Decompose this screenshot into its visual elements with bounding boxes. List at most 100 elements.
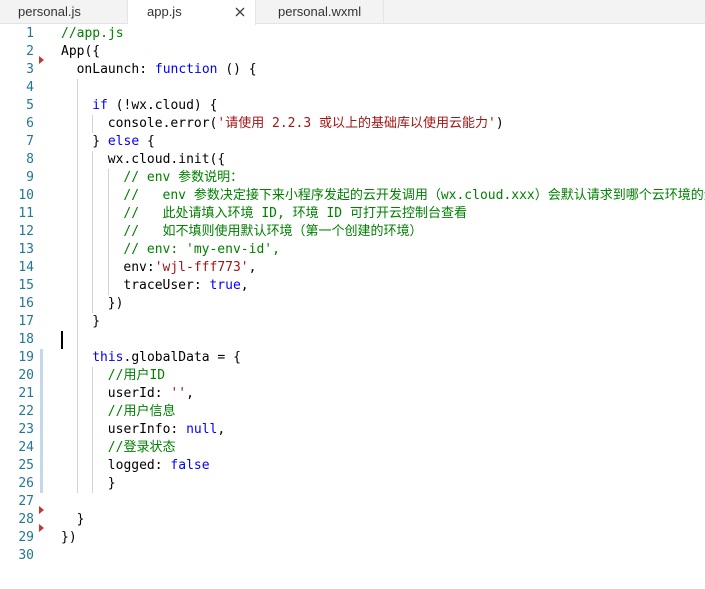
code-line[interactable]: userInfo: null, <box>108 421 225 439</box>
code-token: userId: <box>107 386 171 401</box>
code-token: userInfo: <box>107 422 187 437</box>
indent-guide <box>107 241 109 259</box>
code-token: } <box>76 512 85 527</box>
line-number: 23 <box>18 422 34 437</box>
indent-guide <box>76 349 78 367</box>
code-token: // 如不填则使用默认环境（第一个创建的环境） <box>123 224 423 239</box>
code-token: null <box>186 422 218 437</box>
code-line[interactable]: } else { <box>92 133 155 151</box>
code-token: , <box>248 260 257 275</box>
code-line[interactable]: }) <box>61 529 77 547</box>
text-cursor <box>61 331 63 349</box>
code-token: } <box>92 314 101 329</box>
code-token: //用户ID <box>107 368 166 383</box>
indent-guide <box>76 169 78 187</box>
line-number: 29 <box>18 530 34 545</box>
line-number: 27 <box>18 494 34 509</box>
code-line[interactable]: } <box>92 313 100 331</box>
code-token: // 此处请填入环境 ID, 环境 ID 可打开云控制台查看 <box>123 206 467 221</box>
code-line[interactable]: App({ <box>61 43 100 61</box>
line-number: 18 <box>18 332 34 347</box>
code-token: 'wjl-fff773' <box>154 260 249 275</box>
line-number: 14 <box>18 260 34 275</box>
code-line[interactable]: } <box>108 475 116 493</box>
indent-guide <box>76 223 78 241</box>
indent-guide <box>76 367 78 385</box>
code-line[interactable]: //用户信息 <box>108 403 176 421</box>
code-line[interactable]: } <box>77 511 85 529</box>
fold-marker-icon[interactable] <box>39 56 44 64</box>
code-line[interactable]: wx.cloud.init({ <box>108 151 225 169</box>
line-number: 12 <box>18 224 34 239</box>
code-line[interactable]: //用户ID <box>108 367 165 385</box>
line-number: 22 <box>18 404 34 419</box>
indent-guide <box>76 151 78 169</box>
code-line[interactable]: //登录状态 <box>108 439 176 457</box>
indent-guide <box>107 169 109 187</box>
code-token: .globalData = { <box>123 350 241 365</box>
code-line[interactable]: // env 参数说明： <box>123 169 243 187</box>
code-line[interactable]: this.globalData = { <box>92 349 241 367</box>
line-number: 13 <box>18 242 34 257</box>
line-number: 15 <box>18 278 34 293</box>
code-line[interactable]: }) <box>108 295 124 313</box>
tab-app-js[interactable]: app.js <box>128 0 256 25</box>
code-token: traceUser: <box>123 278 210 293</box>
indent-guide <box>76 475 78 493</box>
code-token: //用户信息 <box>107 404 176 419</box>
code-line[interactable]: // env 参数决定接下来小程序发起的云开发调用（wx.cloud.xxx）会… <box>123 187 705 205</box>
line-number: 11 <box>18 206 34 221</box>
code-line[interactable]: userId: '', <box>108 385 194 403</box>
code-token: () { <box>217 62 257 77</box>
code-line[interactable]: // env: 'my-env-id', <box>123 241 280 259</box>
indent-guide <box>92 241 94 259</box>
fold-marker-icon[interactable] <box>39 524 44 532</box>
indent-guide <box>92 169 94 187</box>
code-editor[interactable]: 1 2 3 4 5 6 7 8 9 10 11 12 13 14 15 16 17 18 19 20 21 22 23 24 2… <box>0 25 705 589</box>
code-token: // env 参数说明： <box>123 170 244 185</box>
code-line[interactable]: onLaunch: function () { <box>77 61 257 79</box>
close-icon[interactable] <box>232 4 248 20</box>
indent-guide <box>76 79 78 97</box>
tab-personal-js[interactable]: personal.js <box>0 0 128 24</box>
fold-marker-icon[interactable] <box>39 506 44 514</box>
line-number: 16 <box>18 296 34 311</box>
line-number: 21 <box>18 386 34 401</box>
line-number: 9 <box>26 170 34 185</box>
tab-personal-wxml[interactable]: personal.wxml <box>256 0 384 24</box>
code-token: , <box>217 422 226 437</box>
code-line[interactable]: //app.js <box>61 25 124 43</box>
code-token: console.error( <box>107 116 218 131</box>
code-line[interactable]: // 此处请填入环境 ID, 环境 ID 可打开云控制台查看 <box>123 205 467 223</box>
tab-label: personal.wxml <box>278 4 362 19</box>
code-area[interactable]: //app.js App({ onLaunch: function () { if (… <box>61 25 705 589</box>
indent-guide <box>92 187 94 205</box>
code-line[interactable]: traceUser: true, <box>123 277 248 295</box>
code-line[interactable]: logged: false <box>108 457 210 475</box>
line-number: 20 <box>18 368 34 383</box>
line-number: 17 <box>18 314 34 329</box>
editor-tab-bar: personal.js app.js personal.wxml <box>0 0 705 25</box>
code-line[interactable]: // 如不填则使用默认环境（第一个创建的环境） <box>123 223 422 241</box>
code-token: } <box>107 476 116 491</box>
indent-guide <box>76 421 78 439</box>
indent-guide <box>76 259 78 277</box>
indent-guide <box>92 115 94 133</box>
code-line[interactable]: env:'wjl-fff773', <box>123 259 256 277</box>
indent-guide <box>92 259 94 277</box>
code-token: // env 参数决定接下来小程序发起的云开发调用（wx.cloud.xxx）会… <box>123 188 705 203</box>
code-line[interactable]: if (!wx.cloud) { <box>92 97 217 115</box>
indent-guide <box>92 475 94 493</box>
indent-guide <box>92 223 94 241</box>
code-token: false <box>170 458 210 473</box>
code-token: { <box>139 134 155 149</box>
code-line[interactable]: console.error('请使用 2.2.3 或以上的基础库以使用云能力') <box>108 115 504 133</box>
indent-guide <box>92 151 94 169</box>
code-token: else <box>107 134 140 149</box>
indent-guide <box>76 313 78 331</box>
code-token: //app.js <box>61 26 124 41</box>
code-token: '' <box>170 386 187 401</box>
code-token: App({ <box>61 44 101 59</box>
indent-guide <box>107 259 109 277</box>
line-number: 5 <box>26 98 34 113</box>
